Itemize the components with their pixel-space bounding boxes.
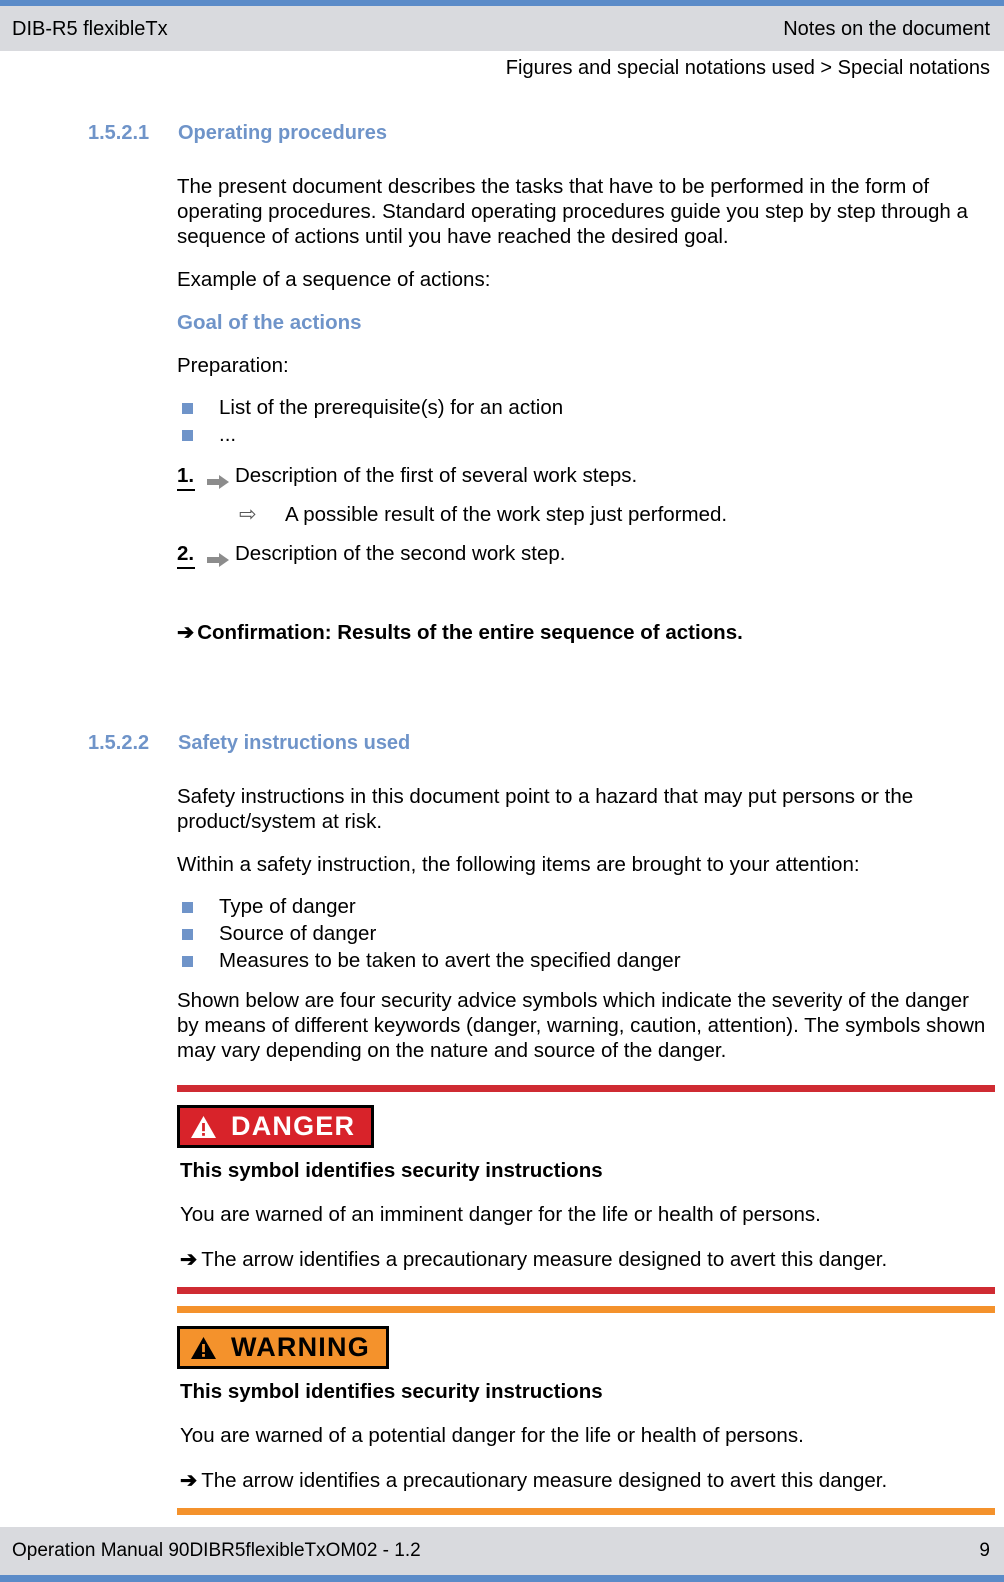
list-item: List of the prerequisite(s) for an actio…: [177, 394, 994, 421]
confirmation-text: Confirmation: Results of the entire sequ…: [197, 621, 743, 644]
square-bullet-icon: [182, 956, 193, 967]
step-number: 1.: [177, 462, 196, 491]
step-arrow-icon: [207, 469, 229, 489]
danger-measure-line: ➔ The arrow identifies a precautionary me…: [180, 1246, 994, 1273]
list-item-label: Measures to be taken to avert the specif…: [219, 949, 681, 972]
safety-items-list: Type of danger Source of danger Measures…: [177, 893, 994, 974]
warning-triangle-icon: [190, 1115, 217, 1139]
page-header: DIB-R5 flexibleTx Notes on the document: [0, 6, 1004, 51]
section-heading-operating-procedures: 1.5.2.1 Operating procedures: [0, 120, 1004, 146]
prerequisite-list: List of the prerequisite(s) for an actio…: [177, 394, 994, 448]
document-page: DIB-R5 flexibleTx Notes on the document …: [0, 0, 1004, 1582]
warning-symbol-title: This symbol identifies security instruct…: [180, 1380, 603, 1403]
list-item-label: List of the prerequisite(s) for an actio…: [219, 396, 564, 419]
work-step-result: ⇨ A possible result of the work step jus…: [177, 501, 994, 528]
danger-measure-text: The arrow identifies a precautionary mea…: [201, 1248, 888, 1271]
list-item: ...: [177, 421, 994, 448]
page-content: 1.5.2.1 Operating procedures The present…: [0, 120, 1004, 1515]
breadcrumb: Figures and special notations used > Spe…: [505, 57, 990, 79]
warning-body: This symbol identifies security instruct…: [177, 1378, 994, 1494]
square-bullet-icon: [182, 430, 193, 441]
measure-arrow-icon: ➔: [180, 1248, 198, 1271]
danger-symbol-title: This symbol identifies security instruct…: [180, 1159, 603, 1182]
step-number: 2.: [177, 540, 196, 569]
header-chapter-title: Notes on the document: [783, 17, 990, 40]
list-item: Measures to be taken to avert the specif…: [177, 947, 994, 974]
warning-keyword: WARNING: [231, 1332, 370, 1362]
intro-paragraph: The present document describes the tasks…: [177, 175, 968, 248]
confirmation-arrow-icon: ➔: [177, 621, 195, 644]
page-number: 9: [979, 1540, 990, 1561]
danger-rule-bottom: [177, 1287, 995, 1294]
header-product-name: DIB-R5 flexibleTx: [12, 17, 168, 40]
section-body-safety-instructions: Safety instructions in this document poi…: [0, 784, 1004, 1515]
work-step-result-text: A possible result of the work step just …: [285, 503, 728, 526]
measure-arrow-icon: ➔: [180, 1469, 198, 1492]
preparation-label: Preparation:: [177, 354, 289, 377]
work-step-1: 1. Description of the first of several w…: [177, 462, 994, 491]
work-steps-list: 1. Description of the first of several w…: [177, 462, 994, 569]
danger-body: This symbol identifies security instruct…: [177, 1157, 994, 1273]
list-item-label: Type of danger: [219, 895, 356, 918]
work-step-text: Description of the first of several work…: [235, 464, 638, 487]
list-item: Type of danger: [177, 893, 994, 920]
warning-triangle-icon: [190, 1336, 217, 1360]
hazard-block-danger: DANGER This symbol identifies security i…: [177, 1085, 995, 1294]
page-footer: Operation Manual 90DIBR5flexibleTxOM02 -…: [0, 1527, 1004, 1575]
square-bullet-icon: [182, 902, 193, 913]
danger-description: You are warned of an imminent danger for…: [180, 1203, 821, 1226]
warning-measure-text: The arrow identifies a precautionary mea…: [201, 1469, 888, 1492]
symbols-note-paragraph: Shown below are four security advice sym…: [177, 989, 986, 1062]
section-title: Safety instructions used: [178, 732, 411, 754]
warning-description: You are warned of a potential danger for…: [180, 1424, 804, 1447]
danger-rule-top: [177, 1085, 995, 1092]
page-bottom-rule: [0, 1575, 1004, 1582]
goal-of-the-actions-heading: Goal of the actions: [177, 311, 362, 334]
work-step-text: Description of the second work step.: [235, 542, 566, 565]
hazard-block-warning: WARNING This symbol identifies security …: [177, 1306, 995, 1515]
warning-rule-bottom: [177, 1508, 995, 1515]
danger-label-badge: DANGER: [177, 1105, 375, 1148]
section-number: 1.5.2.2: [88, 732, 150, 754]
safety-items-lead: Within a safety instruction, the followi…: [177, 853, 860, 876]
section-heading-safety-instructions: 1.5.2.2 Safety instructions used: [0, 730, 1004, 756]
section-title: Operating procedures: [178, 122, 387, 144]
list-item: Source of danger: [177, 920, 994, 947]
safety-intro-paragraph: Safety instructions in this document poi…: [177, 785, 914, 833]
work-step-2: 2. Description of the second work step.: [177, 540, 994, 569]
section-body-operating-procedures: The present document describes the tasks…: [0, 174, 1004, 646]
list-item-label: ...: [219, 423, 237, 446]
step-arrow-icon: [207, 547, 229, 567]
section-number: 1.5.2.1: [88, 122, 150, 144]
warning-label-badge: WARNING: [177, 1326, 389, 1369]
square-bullet-icon: [182, 403, 193, 414]
confirmation-line: ➔ Confirmation: Results of the entire seq…: [177, 619, 994, 646]
hollow-arrow-icon: ⇨: [239, 503, 257, 526]
danger-keyword: DANGER: [231, 1111, 356, 1141]
square-bullet-icon: [182, 929, 193, 940]
warning-measure-line: ➔ The arrow identifies a precautionary me…: [180, 1467, 994, 1494]
footer-manual-reference: Operation Manual 90DIBR5flexibleTxOM02 -…: [12, 1540, 421, 1561]
example-lead: Example of a sequence of actions:: [177, 268, 491, 291]
warning-rule-top: [177, 1306, 995, 1313]
list-item-label: Source of danger: [219, 922, 377, 945]
